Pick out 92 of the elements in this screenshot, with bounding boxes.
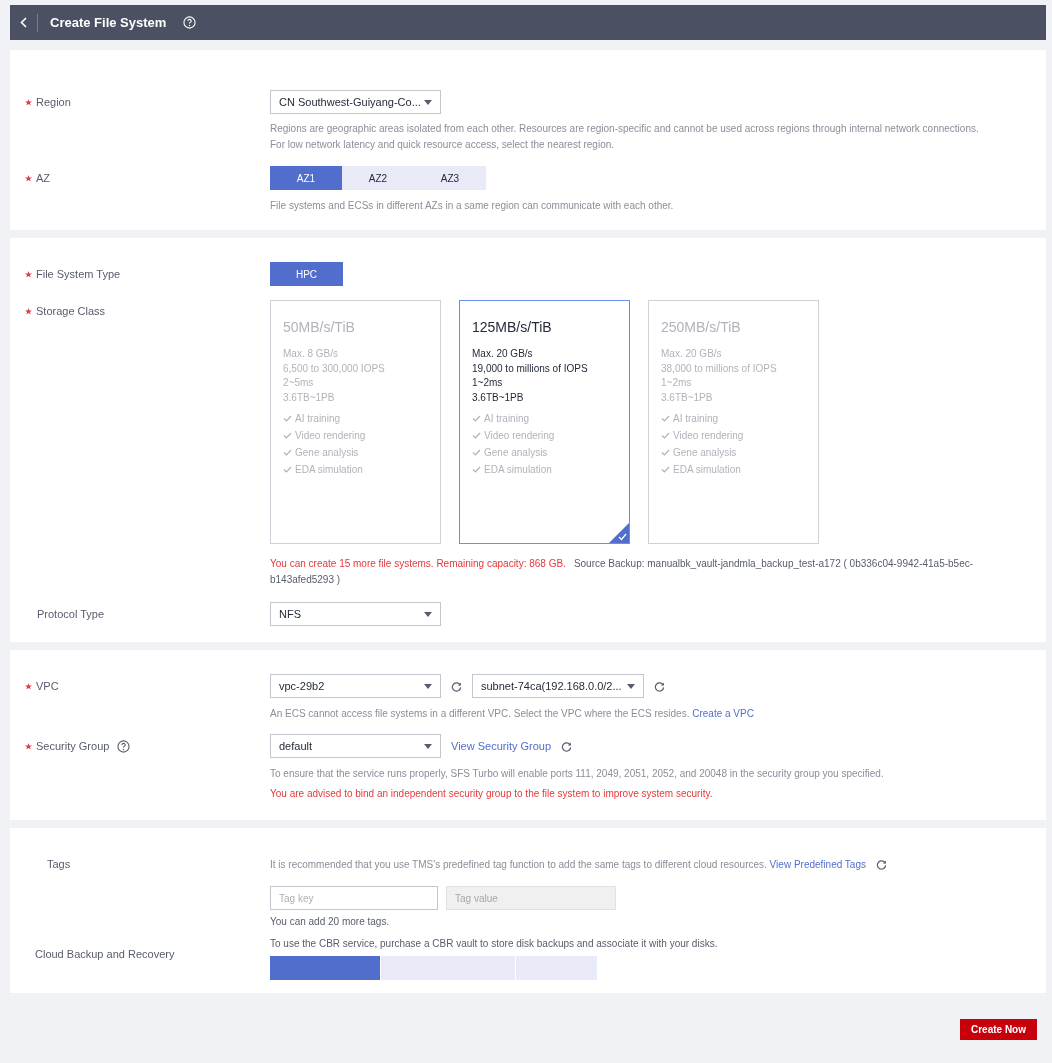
feature-text: Video rendering <box>673 429 744 443</box>
feature-text: EDA simulation <box>484 463 552 477</box>
page-title: Create File System <box>50 13 167 32</box>
dropdown[interactable]: subnet-74ca(192.168.0.0/2... <box>472 674 644 698</box>
dropdown[interactable]: CN Southwest-Guiyang-Co... <box>270 90 441 114</box>
field-label: Tags <box>47 856 71 872</box>
spec-text: 19,000 to millions of IOPS <box>472 361 589 376</box>
field-label: Security Group <box>36 738 110 754</box>
dropdown[interactable]: NFS <box>270 602 441 626</box>
capacity-notice: You can create 15 more file systems. Remaining capacity: 868 GB. Source Backup: manualbk_vault-jandmla_backup_test-a172 ( 0b336c04-9942-41a5-b5ec-b143afed5293 ) <box>270 557 975 587</box>
spec-text: 1~2ms <box>661 376 693 390</box>
check-icon <box>661 466 670 473</box>
hint-text: For low network latency and quick resource access, select the nearest region. <box>270 138 616 152</box>
field-label: Cloud Backup and Recovery <box>35 946 175 962</box>
field-label: File System Type <box>36 266 121 282</box>
create-vpc-link[interactable]: Create a VPC <box>692 708 754 719</box>
hint-text: File systems and ECSs in different AZs in a same region can communicate with each other. <box>270 199 675 213</box>
refresh-icon[interactable] <box>561 740 573 752</box>
card-title: 250MB/s/TiB <box>661 318 742 337</box>
view-tags-link[interactable]: View Predefined Tags <box>769 858 866 870</box>
check-icon <box>472 449 481 456</box>
az-tab[interactable]: AZ2 <box>342 166 414 190</box>
feature-text: AI training <box>673 412 719 426</box>
check-icon <box>283 466 292 473</box>
feature-text: Gene analysis <box>673 446 737 460</box>
check-icon <box>283 432 292 439</box>
feature-text: AI training <box>484 412 530 426</box>
warning-text: You are advised to bind an independent security group to the file system to improve system security. <box>270 787 714 801</box>
type-tab[interactable]: HPC <box>270 262 343 286</box>
check-icon <box>283 415 292 422</box>
check-icon <box>661 432 670 439</box>
check-icon <box>283 449 292 456</box>
feature-text: EDA simulation <box>295 463 363 477</box>
dropdown-value: CN Southwest-Guiyang-Co... <box>279 94 421 110</box>
note-text: You can add 20 more tags. <box>270 915 391 929</box>
spec-text: 3.6TB~1PB <box>283 390 336 405</box>
feature-text: Video rendering <box>295 429 366 443</box>
field-label: Protocol Type <box>37 606 105 622</box>
dropdown-value: default <box>279 738 313 754</box>
hint-text: It is recommended that you use TMS's predefined tag function to add the same tags to different cloud resources. View Predefined Tags <box>270 857 866 872</box>
dropdown-caret-icon <box>424 99 432 105</box>
spec-text: Max. 8 GB/s <box>283 347 339 361</box>
dropdown-caret-icon <box>424 683 432 689</box>
dropdown[interactable]: default <box>270 734 441 758</box>
tag-key-field[interactable]: Tag key <box>270 886 438 910</box>
hint-text: An ECS cannot access file systems in a different VPC. Select the VPC where the ECS resides. Create a VPC <box>270 707 755 721</box>
dropdown-caret-icon <box>424 611 432 617</box>
help-icon <box>183 16 197 29</box>
check-icon <box>472 415 481 422</box>
check-icon <box>661 415 670 422</box>
refresh-icon[interactable] <box>876 858 887 870</box>
feature-text: Gene analysis <box>295 446 359 460</box>
spec-text: 38,000 to millions of IOPS <box>661 361 778 376</box>
back-icon[interactable] <box>20 17 27 28</box>
spec-text: 1~2ms <box>472 376 504 390</box>
dropdown[interactable]: vpc-29b2 <box>270 674 441 698</box>
hint-text: Regions are geographic areas isolated from each other. Resources are region-specific and cannot be used across regions through internal network connections. <box>270 122 980 136</box>
spec-text: 3.6TB~1PB <box>661 390 714 405</box>
check-icon <box>472 466 481 473</box>
feature-text: Video rendering <box>484 429 555 443</box>
feature-text: AI training <box>295 412 341 426</box>
card-title: 125MB/s/TiB <box>472 318 553 337</box>
az-tab[interactable]: AZ1 <box>270 166 342 190</box>
spec-text: 2~5ms <box>283 376 315 390</box>
feature-text: Gene analysis <box>484 446 548 460</box>
hint-text: To ensure that the service runs properly, SFS Turbo will enable ports 111, 2049, 2051, 2052, and 20048 in the security group you specified. <box>270 767 885 781</box>
spec-text: 6,500 to 300,000 IOPS <box>283 361 386 376</box>
dropdown-value: vpc-29b2 <box>279 678 325 694</box>
spec-text: 3.6TB~1PB <box>472 390 525 405</box>
field-label: VPC <box>36 678 59 694</box>
field-label: Storage Class <box>36 303 106 319</box>
field-label: AZ <box>36 170 51 186</box>
dropdown-caret-icon <box>627 683 635 689</box>
refresh-icon[interactable] <box>654 680 665 692</box>
check-icon <box>472 432 481 439</box>
storage-class-card[interactable]: 125MB/s/TiB Max. 20 GB/s 19,000 to millions of IOPS 1~2ms 3.6TB~1PB AI training Video rendering Gene analysis EDA simulation <box>459 300 630 544</box>
hint-text: To use the CBR service, purchase a CBR vault to store disk backups and associate it with your disks. <box>270 937 719 951</box>
field-label: Region <box>36 94 71 110</box>
dropdown-value: NFS <box>279 606 301 622</box>
card-title: 50MB/s/TiB <box>283 318 356 337</box>
selected-corner-icon <box>609 523 629 543</box>
view-security-group-link[interactable]: View Security Group <box>451 737 552 755</box>
dropdown-value: subnet-74ca(192.168.0.0/2... <box>481 678 622 694</box>
dropdown-caret-icon <box>424 743 432 749</box>
spec-text: Max. 20 GB/s <box>472 347 534 361</box>
check-icon <box>661 449 670 456</box>
feature-text: EDA simulation <box>673 463 741 477</box>
help-icon <box>117 739 131 753</box>
create-now-button[interactable]: Create Now <box>960 1019 1037 1040</box>
az-tab[interactable]: AZ3 <box>414 166 486 190</box>
refresh-icon[interactable] <box>451 680 462 692</box>
spec-text: Max. 20 GB/s <box>661 347 723 361</box>
